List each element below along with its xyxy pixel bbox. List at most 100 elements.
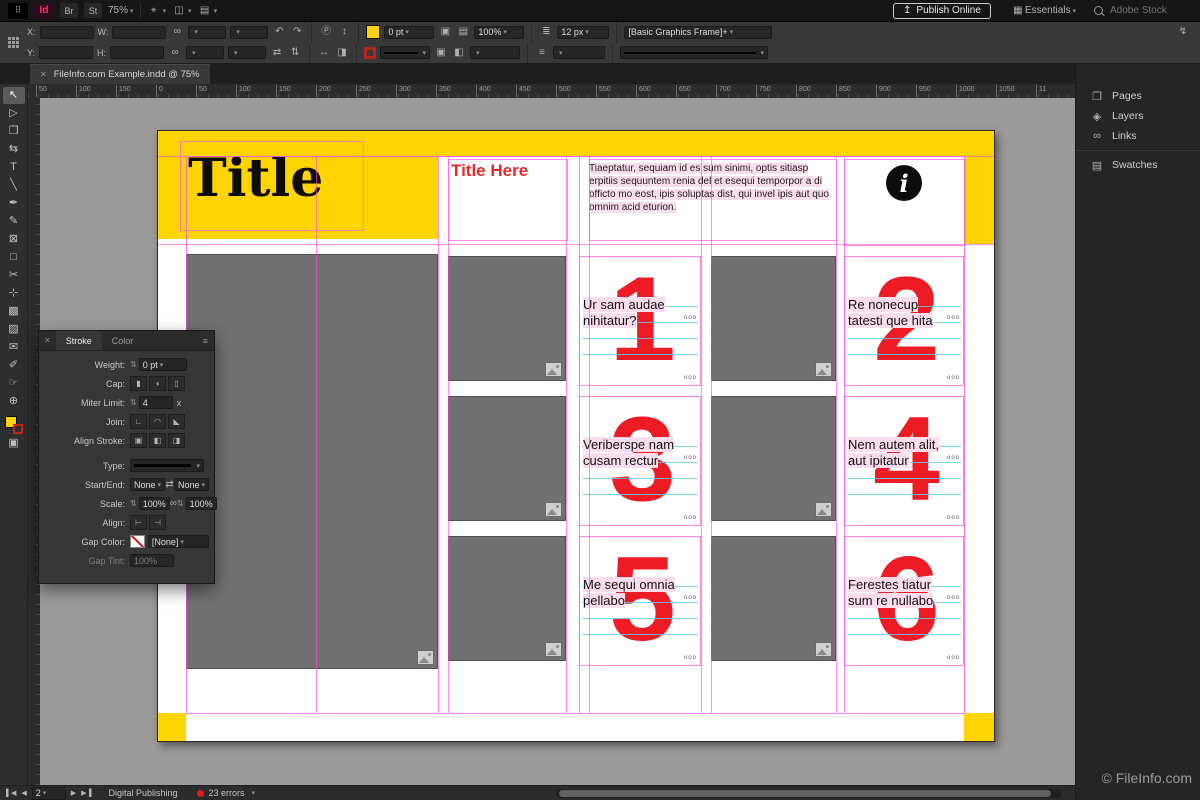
align-stroke-center-icon[interactable]: ▣ [130,433,147,448]
rectangle-tool[interactable]: □ [3,249,25,266]
free-transform-tool[interactable]: ⊹ [3,285,25,302]
stroke-color-swatch[interactable] [13,424,23,434]
constrain-proportions-icon[interactable]: ∞ [170,25,184,39]
type-dropdown[interactable]: ▾ [130,459,204,472]
search-input[interactable] [1108,4,1192,17]
note-tool[interactable]: ✉ [3,339,25,356]
type-tool[interactable]: T [3,159,25,176]
arrange-documents-dropdown[interactable]: ▤ ▾ [198,4,218,18]
select-container-icon[interactable]: Ⓟ [319,25,333,39]
scale-x-field[interactable]: ▾ [188,26,226,39]
w-field[interactable] [112,26,166,39]
stepper-icon[interactable]: ⇅ [130,360,137,369]
screen-mode-button[interactable]: ▣ [3,435,25,452]
vertical-spacing-icon[interactable]: ↕ [337,25,351,39]
selection-tool[interactable]: ↖ [3,87,25,104]
preflight-profile[interactable]: Digital Publishing [108,788,177,798]
right-yellow-block[interactable] [964,131,994,244]
panel-item-links[interactable]: ∞ Links [1076,126,1200,146]
last-page-button[interactable]: ▶▐ [81,789,91,797]
gradient-feather-tool[interactable]: ▨ [3,321,25,338]
bottom-left-yellow-square[interactable] [158,713,186,741]
pen-tool[interactable]: ✒ [3,195,25,212]
page-number-dropdown[interactable]: 2 ▾ [32,787,66,800]
cap-butt-icon[interactable]: ▮ [130,376,147,391]
constrain-proportions-icon[interactable]: ∞ [168,46,182,60]
align-stroke-outside-icon[interactable]: ◨ [168,433,185,448]
y-field[interactable] [39,46,93,59]
end-dropdown[interactable]: None ▾ [174,478,209,491]
flip-vertical-icon[interactable]: ⇅ [288,46,302,60]
publish-online-button[interactable]: ↥ Publish Online [893,3,991,19]
effects-icon[interactable]: ▣ [434,46,448,60]
start-dropdown[interactable]: None ▾ [130,478,165,491]
bottom-right-yellow-square[interactable] [964,713,994,741]
document-page[interactable]: Title Title Here Tiaeptatur, sequiam id … [157,130,995,742]
gap-color-dropdown[interactable]: [None] ▾ [148,535,209,548]
scissors-tool[interactable]: ✂ [3,267,25,284]
close-icon[interactable]: ✕ [40,70,47,79]
align-outside-icon[interactable]: ◨ [335,46,349,60]
gradient-swatch-tool[interactable]: ▩ [3,303,25,320]
zoom-tool[interactable]: ⊕ [3,393,25,410]
chevron-down-icon[interactable]: ▾ [252,789,256,797]
workspace-switcher[interactable]: ▦ Essentials ▾ [1011,4,1076,18]
font-size-dropdown[interactable]: 12 px ▾ [557,26,609,39]
close-icon[interactable]: ✕ [39,336,56,345]
eyedropper-tool[interactable]: ✐ [3,357,25,374]
join-bevel-icon[interactable]: ◣ [168,414,185,429]
line-tool[interactable]: ╲ [3,177,25,194]
cap-round-icon[interactable]: ◖ [149,376,166,391]
panel-item-swatches[interactable]: ▤ Swatches [1076,155,1200,175]
join-miter-icon[interactable]: ∟ [130,414,147,429]
previous-page-button[interactable]: ◀ [21,789,26,797]
adobe-stock-search[interactable] [1094,4,1192,17]
align-stroke-inside-icon[interactable]: ◧ [149,433,166,448]
blend-dropdown[interactable]: ▾ [470,46,520,59]
quick-actions-icon[interactable]: ↯ [1176,25,1190,39]
stroke-swatch[interactable] [364,47,376,59]
shear-field[interactable]: ▾ [228,46,266,59]
tab-stroke[interactable]: Stroke [56,331,102,350]
opacity-dropdown[interactable]: 100% ▾ [474,26,524,39]
direct-selection-tool[interactable]: ▷ [3,105,25,122]
rotation-field[interactable]: ▾ [230,26,268,39]
object-style-dropdown[interactable]: [Basic Graphics Frame]+ ▾ [624,26,772,39]
h-ruler[interactable]: 5010015005010015020025030035040045050055… [28,84,1075,99]
stepper-icon[interactable]: ⇅ [177,499,184,508]
miter-limit-field[interactable]: 4 [139,396,173,409]
stock-button[interactable]: St [84,3,102,18]
stepper-icon[interactable]: ⇅ [130,499,137,508]
view-options-dropdown[interactable]: ⌖ ▾ [147,4,167,18]
bridge-button[interactable]: Br [60,3,78,18]
next-page-button[interactable]: ▶ [71,789,76,797]
h-field[interactable] [110,46,164,59]
rectangle-frame-tool[interactable]: ⊠ [3,231,25,248]
stroke-type-dropdown[interactable]: ▾ [380,46,430,59]
x-field[interactable] [40,26,94,39]
reference-point-proxy[interactable] [8,37,19,63]
pencil-tool[interactable]: ✎ [3,213,25,230]
scale-start-field[interactable]: 100% [139,497,170,510]
stepper-icon[interactable]: ⇅ [130,398,137,407]
panel-menu-icon[interactable]: ≡ [197,336,214,346]
zoom-level-dropdown[interactable]: 75% ▾ [108,5,134,16]
gap-color-swatch[interactable] [130,535,145,548]
screen-mode-dropdown[interactable]: ◫ ▾ [172,4,192,18]
cap-projecting-icon[interactable]: ▯ [168,376,185,391]
link-scale-icon[interactable]: ∞ [170,497,177,511]
hand-tool[interactable]: ☞ [3,375,25,392]
stroke-weight-dropdown[interactable]: 0 pt ▾ [384,26,434,39]
document-tab[interactable]: ✕ FileInfo.com Example.indd @ 75% [30,64,210,84]
join-round-icon[interactable]: ◠ [149,414,166,429]
page-tool[interactable]: ❐ [3,123,25,140]
preflight-errors[interactable]: 23 errors [209,788,245,798]
fill-stroke-swatches[interactable] [5,416,23,434]
app-grid-icon[interactable]: ⠿ [8,3,28,19]
swap-start-end-icon[interactable]: ⇄ [165,478,174,492]
header-yellow-strip[interactable] [438,131,964,156]
gap-tool[interactable]: ⇆ [3,141,25,158]
flip-horizontal-icon[interactable]: ⇄ [270,46,284,60]
fit-frame-icon[interactable]: ▣ [438,25,452,39]
panel-item-pages[interactable]: ❐ Pages [1076,86,1200,106]
